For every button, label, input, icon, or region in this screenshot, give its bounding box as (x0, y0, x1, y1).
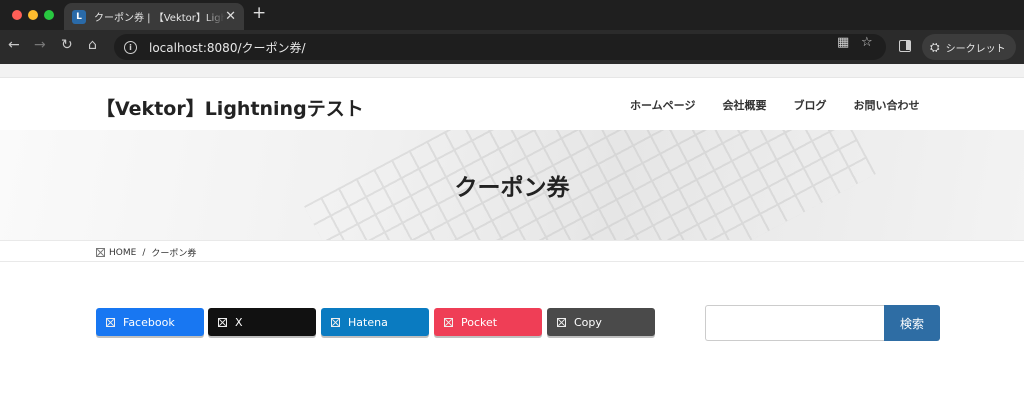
site-header: 【Vektor】Lightningテスト ホームページ 会社概要 ブログ お問い… (0, 78, 1024, 130)
share-copy-button[interactable]: Copy (547, 308, 655, 336)
incognito-icon: ⛭ (930, 39, 940, 54)
incognito-badge[interactable]: ⛭ シークレット (922, 34, 1016, 60)
copy-icon (557, 317, 566, 327)
share-x-button[interactable]: X (208, 308, 316, 336)
breadcrumb-current: クーポン券 (151, 249, 197, 259)
page-title: クーポン券 (454, 175, 570, 201)
qr-code-icon[interactable]: ▦ (837, 36, 849, 49)
home-icon[interactable]: ⌂ (88, 38, 97, 52)
share-hatena-button[interactable]: Hatena (321, 308, 429, 336)
bookmark-star-icon[interactable]: ☆ (861, 36, 873, 49)
nav-item-blog[interactable]: ブログ (793, 97, 826, 113)
favicon-icon: L (72, 9, 86, 24)
browser-titlebar: L クーポン券 | 【Vektor】Lightningテスト ✕ + (0, 0, 1024, 30)
facebook-icon (106, 317, 115, 327)
breadcrumb: HOME / クーポン券 (96, 246, 196, 259)
url-text[interactable]: localhost:8080/クーポン券/ (149, 39, 306, 56)
forward-icon[interactable]: → (34, 38, 46, 52)
site-info-icon[interactable]: i (124, 40, 137, 54)
maximize-window-button[interactable] (44, 10, 54, 20)
search-input[interactable] (705, 305, 885, 341)
nav-item-company[interactable]: 会社概要 (722, 97, 766, 113)
share-copy-label: Copy (574, 315, 602, 329)
tab-close-icon[interactable]: ✕ (225, 10, 236, 23)
home-image-icon (96, 248, 105, 257)
site-title[interactable]: 【Vektor】Lightningテスト (96, 94, 364, 121)
new-tab-button[interactable]: + (252, 5, 266, 22)
back-icon[interactable]: ← (8, 38, 20, 52)
pocket-icon (444, 317, 453, 327)
incognito-label: シークレット (945, 43, 1006, 55)
browser-toolbar: ← → ↻ ⌂ i localhost:8080/クーポン券/ ▦ ☆ ⛭ シー… (0, 30, 1024, 64)
tab-title: クーポン券 | 【Vektor】Lightningテスト (94, 13, 226, 24)
x-icon (218, 317, 227, 327)
global-nav: ホームページ 会社概要 ブログ お問い合わせ (630, 97, 919, 113)
breadcrumb-separator: / (142, 247, 146, 258)
address-bar[interactable]: i localhost:8080/クーポン券/ (114, 34, 886, 60)
side-panel-icon[interactable] (899, 40, 911, 52)
breadcrumb-home[interactable]: HOME (109, 248, 136, 258)
search-button[interactable]: 検索 (884, 305, 940, 341)
share-x-label: X (235, 315, 243, 329)
reload-icon[interactable]: ↻ (61, 38, 73, 52)
share-pocket-button[interactable]: Pocket (434, 308, 542, 336)
minimize-window-button[interactable] (28, 10, 38, 20)
site-top-bar (0, 64, 1024, 78)
share-facebook-button[interactable]: Facebook (96, 308, 204, 336)
share-pocket-label: Pocket (461, 315, 498, 329)
share-hatena-label: Hatena (348, 315, 388, 329)
close-window-button[interactable] (12, 10, 22, 20)
breadcrumb-bar: HOME / クーポン券 (0, 240, 1024, 262)
nav-item-contact[interactable]: お問い合わせ (853, 97, 919, 113)
share-facebook-label: Facebook (123, 315, 175, 329)
hatena-icon (331, 317, 340, 327)
browser-tab[interactable]: L クーポン券 | 【Vektor】Lightningテスト ✕ (64, 3, 244, 30)
page-header-banner: クーポン券 (0, 130, 1024, 240)
nav-item-home[interactable]: ホームページ (630, 97, 695, 113)
